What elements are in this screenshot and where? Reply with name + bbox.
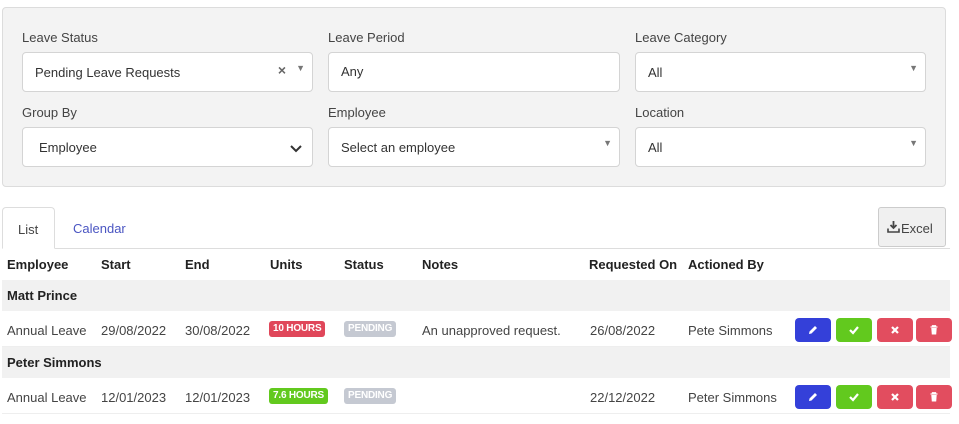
leave-status-value: Pending Leave Requests <box>35 65 181 80</box>
location-label: Location <box>635 105 685 120</box>
start-date: 12/01/2023 <box>101 390 167 405</box>
download-icon <box>887 221 900 233</box>
edit-button[interactable] <box>795 385 831 409</box>
column-header-employee: Employee <box>7 257 69 272</box>
check-icon <box>849 326 859 335</box>
location-select[interactable]: All ▼ <box>635 127 926 167</box>
requested-on: 26/08/2022 <box>590 323 656 338</box>
edit-button[interactable] <box>795 318 831 342</box>
tab-list-label: List <box>18 222 39 237</box>
column-header-start: Start <box>101 257 131 272</box>
column-header-units: Units <box>270 257 303 272</box>
employee-select[interactable]: Select an employee ▼ <box>328 127 620 167</box>
view-tabs: List Calendar Excel <box>2 207 950 249</box>
approve-button[interactable] <box>836 318 872 342</box>
excel-label: Excel <box>901 221 933 236</box>
actioned-by: Pete Simmons <box>688 323 773 338</box>
group-row: Matt Prince <box>2 280 950 311</box>
units-badge: 10 HOURS <box>269 321 326 337</box>
table-row: Annual Leave 12/01/2023 12/01/2023 7.6 H… <box>2 378 952 414</box>
table-row: Annual Leave 29/08/2022 30/08/2022 10 HO… <box>2 311 952 347</box>
group-name: Peter Simmons <box>7 355 102 370</box>
end-date: 30/08/2022 <box>185 323 251 338</box>
column-header-status: Status <box>344 257 384 272</box>
excel-export-button[interactable]: Excel <box>878 207 946 247</box>
end-date: 12/01/2023 <box>185 390 251 405</box>
leave-type: Annual Leave <box>7 390 87 405</box>
tab-calendar[interactable]: Calendar <box>73 221 126 236</box>
column-header-notes: Notes <box>422 257 459 272</box>
clear-selection-icon[interactable]: × <box>278 63 286 77</box>
leave-period-label: Leave Period <box>328 30 405 45</box>
start-date: 29/08/2022 <box>101 323 167 338</box>
group-name: Matt Prince <box>7 288 78 303</box>
group-by-select[interactable]: Employee <box>22 127 313 167</box>
dropdown-caret-icon: ▼ <box>909 63 918 73</box>
actioned-by: Peter Simmons <box>688 390 777 405</box>
leave-period-value: Any <box>341 64 364 79</box>
column-header-end: End <box>185 257 210 272</box>
location-value: All <box>648 140 663 155</box>
trash-icon <box>930 325 938 335</box>
decline-button[interactable] <box>877 318 913 342</box>
leave-status-select[interactable]: Pending Leave Requests × ▼ <box>22 52 313 92</box>
chevron-down-icon <box>290 145 302 153</box>
column-header-actioned-by: Actioned By <box>688 257 764 272</box>
notes: An unapproved request. <box>422 323 561 338</box>
pencil-icon <box>809 326 817 334</box>
column-header-requested-on: Requested On <box>589 257 678 272</box>
dropdown-caret-icon: ▼ <box>603 138 612 148</box>
dropdown-caret-icon: ▼ <box>909 138 918 148</box>
employee-placeholder: Select an employee <box>341 140 456 155</box>
approve-button[interactable] <box>836 385 872 409</box>
check-icon <box>849 393 859 402</box>
units-badge: 7.6 HOURS <box>269 388 328 404</box>
leave-status-label: Leave Status <box>22 30 98 45</box>
decline-button[interactable] <box>877 385 913 409</box>
leave-period-input[interactable]: Any <box>328 52 620 92</box>
leave-type: Annual Leave <box>7 323 87 338</box>
delete-button[interactable] <box>916 318 952 342</box>
pencil-icon <box>809 393 817 401</box>
group-row: Peter Simmons <box>2 347 950 378</box>
requested-on: 22/12/2022 <box>590 390 656 405</box>
tab-list[interactable]: List <box>2 207 55 249</box>
group-by-value: Employee <box>39 140 97 155</box>
leave-category-value: All <box>648 65 663 80</box>
group-by-label: Group By <box>22 105 77 120</box>
delete-button[interactable] <box>916 385 952 409</box>
x-icon <box>891 326 899 334</box>
status-badge: PENDING <box>344 321 397 337</box>
filter-panel: Leave Status Pending Leave Requests × ▼ … <box>2 7 946 187</box>
x-icon <box>891 393 899 401</box>
status-badge: PENDING <box>344 388 397 404</box>
employee-label: Employee <box>328 105 386 120</box>
leave-category-select[interactable]: All ▼ <box>635 52 926 92</box>
leave-category-label: Leave Category <box>635 30 727 45</box>
dropdown-caret-icon: ▼ <box>296 63 305 73</box>
trash-icon <box>930 392 938 402</box>
